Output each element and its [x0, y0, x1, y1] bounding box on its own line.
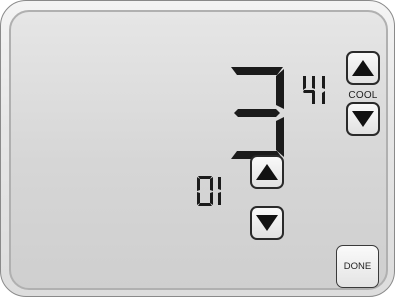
done-label: DONE	[343, 261, 372, 272]
cool-up-button[interactable]	[346, 51, 380, 85]
day-display: 01	[197, 176, 221, 206]
minutes-display: 41	[303, 76, 325, 104]
mode-label: COOL	[348, 90, 378, 101]
day-down-button[interactable]	[250, 206, 284, 240]
down-arrow-icon	[256, 215, 278, 231]
done-button[interactable]: DONE	[336, 245, 379, 288]
cool-down-button[interactable]	[346, 102, 380, 136]
hour-display: 3	[231, 67, 284, 159]
up-arrow-icon	[256, 164, 278, 180]
day-up-button[interactable]	[250, 155, 284, 189]
up-arrow-icon	[352, 60, 374, 76]
lcd-screen	[9, 10, 388, 290]
down-arrow-icon	[352, 111, 374, 127]
